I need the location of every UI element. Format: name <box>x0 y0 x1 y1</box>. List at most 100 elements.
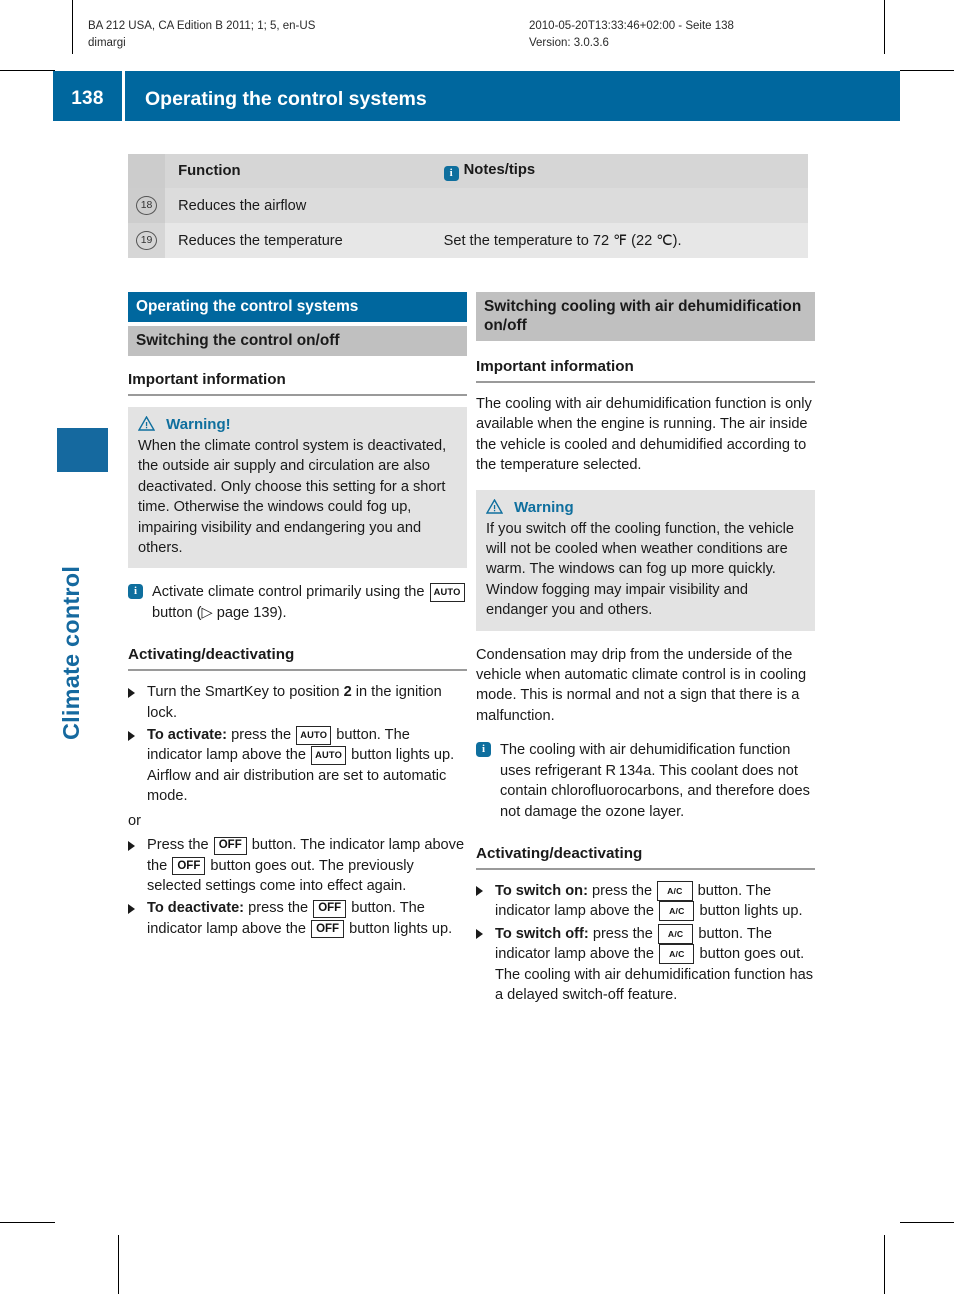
step-text-a: Press the <box>147 837 209 854</box>
bullet-triangle-icon <box>128 687 135 698</box>
circled-number-icon: 19 <box>136 231 158 250</box>
print-slug-right: 2010-05-20T13:33:46+02:00 - Seite 138 Ve… <box>529 20 734 49</box>
info-note: i Activate climate control primarily usi… <box>128 582 467 623</box>
crop-mark-bottom-left-horizontal <box>0 1222 55 1223</box>
function-notes-table: Function i Notes/tips 18 Reduces the airf… <box>128 154 808 258</box>
table-header-function: Function <box>165 154 431 188</box>
off-button-glyph: OFF <box>213 836 247 855</box>
step-text-bold: 2 <box>343 684 352 701</box>
off-button-glyph: OFF <box>172 857 206 875</box>
or-connector: or <box>128 812 141 829</box>
crop-mark-top-right-horizontal <box>900 70 954 71</box>
crop-mark-top-right-vertical <box>884 0 885 54</box>
info-note: i The cooling with air dehumidification … <box>476 740 815 822</box>
subsection-heading: Switching cooling with air dehumidificat… <box>476 292 815 341</box>
table-cell-notes <box>430 188 808 223</box>
warning-box: Warning If you switch off the cooling fu… <box>476 489 815 631</box>
bullet-triangle-icon <box>128 730 135 741</box>
step-lead-bold: To deactivate: <box>147 900 245 917</box>
step-lead-bold: To switch on: <box>495 882 588 899</box>
circled-number-icon: 18 <box>136 196 158 215</box>
warning-body: When the climate control system is deact… <box>138 438 447 557</box>
info-icon: i <box>443 165 459 181</box>
page-number: 138 <box>71 88 104 109</box>
list-item: To deactivate: press the OFF button. The… <box>128 898 467 939</box>
list-item: Turn the SmartKey to position 2 in the i… <box>128 682 467 723</box>
table-cell-notes: Set the temperature to 72 ℉ (22 ℃). <box>430 223 808 258</box>
info-icon: i <box>476 742 491 758</box>
warning-triangle-icon <box>137 415 156 431</box>
table-header-blank <box>128 154 166 188</box>
step-text-a: press the <box>248 900 309 917</box>
important-information-heading: Important information <box>128 370 467 396</box>
page-header-band: 138 Operating the control systems <box>53 71 900 121</box>
ac-button-glyph: A/C <box>657 880 693 901</box>
off-button-glyph: OFF <box>311 920 345 939</box>
ac-button-glyph: A/C <box>659 944 695 965</box>
list-item: To activate: press the AUTO button. The … <box>128 725 467 807</box>
important-information-heading: Important information <box>476 357 815 383</box>
left-column: Operating the control systems Switching … <box>128 292 467 941</box>
step-lead-bold: To activate: <box>147 727 228 744</box>
table-header-row: Function i Notes/tips <box>128 154 808 188</box>
table-row: 19 Reduces the temperature Set the tempe… <box>128 223 808 258</box>
crop-mark-top-left-vertical <box>72 0 73 54</box>
print-slug-left: BA 212 USA, CA Edition B 2011; 1; 5, en-… <box>88 20 316 49</box>
right-column: Switching cooling with air dehumidificat… <box>476 292 815 1007</box>
page-title: Operating the control systems <box>145 88 427 110</box>
info-note-text: The cooling with air dehumidification fu… <box>500 742 810 820</box>
ac-button-glyph: A/C <box>657 923 694 944</box>
crop-mark-top-left-horizontal <box>0 70 55 71</box>
section-heading: Operating the control systems <box>128 292 467 322</box>
bullet-triangle-icon <box>128 840 135 851</box>
bullet-triangle-icon <box>476 929 483 940</box>
warning-title-row: Warning! <box>137 415 457 435</box>
ac-button-glyph: A/C <box>659 901 695 922</box>
step-lead-bold: To switch off: <box>495 925 589 942</box>
chapter-tab-label: Climate control <box>58 565 84 740</box>
table-row-number: 19 <box>128 223 166 258</box>
warning-body: If you switch off the cooling function, … <box>486 520 795 619</box>
warning-triangle-icon <box>485 498 504 514</box>
step-text-a: press the <box>592 925 653 942</box>
crop-mark-bottom-right-horizontal <box>900 1222 954 1223</box>
step-text-a: Turn the SmartKey to position <box>147 684 340 701</box>
activating-deactivating-heading: Activating/deactivating <box>476 844 815 870</box>
info-note-text-before: Activate climate control primarily using… <box>152 584 425 601</box>
list-item: Press the OFF button. The indicator lamp… <box>128 835 467 896</box>
table-cell-function: Reduces the temperature <box>165 223 431 258</box>
list-item: To switch off: press the A/C button. The… <box>476 923 815 1006</box>
warning-title: Warning! <box>166 416 231 433</box>
warning-box: Warning! When the climate control system… <box>128 407 467 569</box>
off-button-glyph: OFF <box>313 899 347 918</box>
table-row: 18 Reduces the airflow <box>128 188 808 223</box>
bullet-triangle-icon <box>476 886 483 897</box>
info-note-text-after: button (▷ page 139). <box>152 604 287 621</box>
table-cell-function: Reduces the airflow <box>165 188 431 223</box>
step-text-a: press the <box>231 727 292 744</box>
step-text-a: press the <box>592 882 653 899</box>
auto-button-glyph: AUTO <box>296 725 332 745</box>
crop-mark-bottom-right-vertical <box>884 1235 885 1294</box>
step-text-b: button. <box>336 727 381 744</box>
auto-button-glyph: AUTO <box>429 582 465 602</box>
step-text-d: button lights up. <box>699 903 803 920</box>
step-text-b: button. <box>251 837 297 854</box>
paragraph: The cooling with air dehumidification fu… <box>476 396 812 474</box>
step-text-b: button. <box>698 925 744 942</box>
table-row-number: 18 <box>128 188 166 223</box>
warning-title: Warning <box>514 498 574 516</box>
chapter-tab-marker <box>57 428 108 472</box>
subsection-heading: Switching the control on/off <box>128 326 467 356</box>
auto-button-glyph: AUTO <box>311 745 347 765</box>
step-text-d: button lights up. <box>349 920 453 937</box>
table-header-notes: i Notes/tips <box>430 154 808 188</box>
step-text-b: button. <box>697 882 743 899</box>
table-header-notes-label: Notes/tips <box>463 161 536 178</box>
bullet-triangle-icon <box>128 903 135 914</box>
crop-mark-bottom-left-vertical <box>118 1235 119 1294</box>
activating-deactivating-heading: Activating/deactivating <box>128 645 467 672</box>
list-item: To switch on: press the A/C button. The … <box>476 880 815 922</box>
warning-title-row: Warning <box>485 498 805 518</box>
step-text-b: button. <box>351 900 396 917</box>
